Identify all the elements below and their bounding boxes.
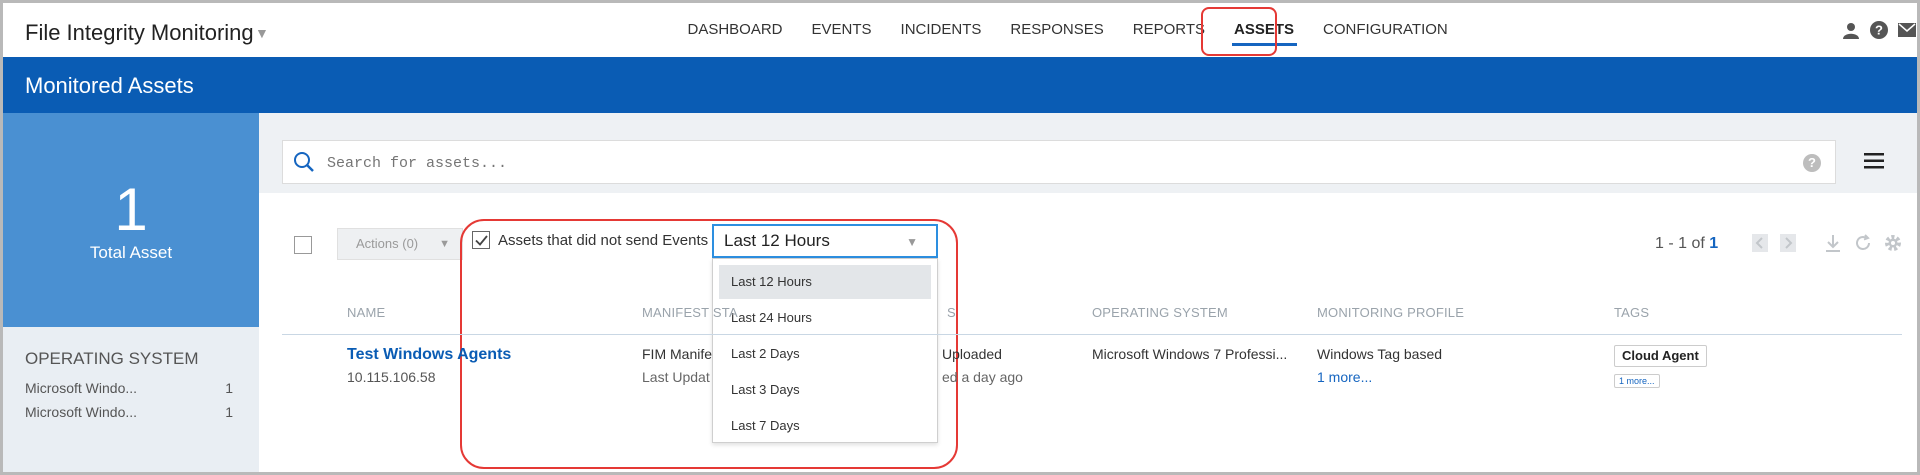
upload-status: Uploaded xyxy=(942,346,1002,362)
actions-button[interactable]: Actions (0) ▼ xyxy=(337,228,463,260)
search-area: ? xyxy=(259,113,1917,193)
tag-badge[interactable]: Cloud Agent xyxy=(1614,345,1707,367)
nav-configuration[interactable]: CONFIGURATION xyxy=(1309,3,1463,57)
filter-highlight xyxy=(460,219,958,469)
download-icon[interactable] xyxy=(1823,233,1843,258)
next-page-icon[interactable] xyxy=(1779,233,1797,258)
pager-icons xyxy=(1751,233,1903,258)
tag-more-link[interactable]: 1 more... xyxy=(1614,374,1660,388)
pagination-info: 1 - 1 of 1 xyxy=(1655,235,1718,253)
user-icon[interactable] xyxy=(1841,20,1861,40)
column-header-profile[interactable]: MONITORING PROFILE xyxy=(1317,305,1464,320)
search-input[interactable] xyxy=(327,151,1727,175)
help-icon[interactable]: ? xyxy=(1869,20,1889,40)
actions-label: Actions (0) xyxy=(356,236,419,251)
monitoring-profile: Windows Tag based xyxy=(1317,346,1443,362)
total-asset-summary: 1 Total Asset xyxy=(3,113,259,327)
column-header-tags[interactable]: TAGS xyxy=(1614,305,1649,320)
pagination-range: 1 - 1 of xyxy=(1655,235,1705,252)
hamburger-menu-icon[interactable] xyxy=(1864,153,1884,174)
page-title: Monitored Assets xyxy=(25,73,194,98)
asset-name-link[interactable]: Test Windows Agents xyxy=(347,346,511,364)
assets-tab-highlight xyxy=(1201,7,1277,56)
manifest-updated: Last Updat xyxy=(642,369,710,385)
app-title: File Integrity Monitoring xyxy=(25,20,254,45)
table-header-divider xyxy=(282,334,1902,335)
nav-events[interactable]: EVENTS xyxy=(797,3,886,57)
pagination-total: 1 xyxy=(1709,235,1719,252)
os-filter-count: 1 xyxy=(225,404,233,420)
previous-page-icon[interactable] xyxy=(1751,233,1769,258)
page-header: Monitored Assets xyxy=(3,57,1917,113)
column-header-os[interactable]: OPERATING SYSTEM xyxy=(1092,305,1228,320)
top-bar: File Integrity Monitoring ▼ DASHBOARD EV… xyxy=(3,3,1917,57)
column-header-status[interactable]: S xyxy=(947,305,956,320)
search-icon xyxy=(293,151,315,178)
os-filter-name: Microsoft Windo... xyxy=(25,380,138,396)
os-filter-row[interactable]: Microsoft Windo... 1 xyxy=(25,380,233,396)
column-header-manifest[interactable]: MANIFEST STA xyxy=(642,305,738,320)
mail-icon[interactable] xyxy=(1897,20,1917,40)
upload-time: ed a day ago xyxy=(942,369,1023,385)
main-nav: DASHBOARD EVENTS INCIDENTS RESPONSES REP… xyxy=(673,3,1462,57)
nav-incidents[interactable]: INCIDENTS xyxy=(886,3,996,57)
profile-more-link[interactable]: 1 more... xyxy=(1317,369,1372,385)
app-switcher-caret-icon[interactable]: ▼ xyxy=(255,25,269,41)
refresh-icon[interactable] xyxy=(1853,233,1873,258)
total-asset-count: 1 xyxy=(114,176,148,243)
search-help-icon[interactable]: ? xyxy=(1803,154,1821,172)
settings-gear-icon[interactable] xyxy=(1883,233,1903,258)
left-panel: 1 Total Asset OPERATING SYSTEM Microsoft… xyxy=(3,113,259,472)
nav-dashboard[interactable]: DASHBOARD xyxy=(673,3,797,57)
top-icons: ? xyxy=(1841,20,1917,40)
total-asset-label: Total Asset xyxy=(89,243,173,262)
chevron-down-icon: ▼ xyxy=(439,238,450,250)
select-all-checkbox[interactable] xyxy=(294,236,312,254)
os-filter-title: OPERATING SYSTEM xyxy=(25,349,199,368)
os-filter-name: Microsoft Windo... xyxy=(25,404,138,420)
main-content: ? Actions (0) ▼ Assets that did not send… xyxy=(259,113,1917,472)
manifest-status: FIM Manife xyxy=(642,346,712,362)
search-box: ? xyxy=(282,140,1836,184)
nav-responses[interactable]: RESPONSES xyxy=(996,3,1118,57)
asset-os: Microsoft Windows 7 Professi... xyxy=(1092,346,1288,362)
os-filter-count: 1 xyxy=(225,380,233,396)
column-header-name[interactable]: NAME xyxy=(347,305,385,320)
os-filter-row[interactable]: Microsoft Windo... 1 xyxy=(25,404,233,420)
svg-text:?: ? xyxy=(1875,23,1883,38)
asset-ip: 10.115.106.58 xyxy=(347,369,436,385)
